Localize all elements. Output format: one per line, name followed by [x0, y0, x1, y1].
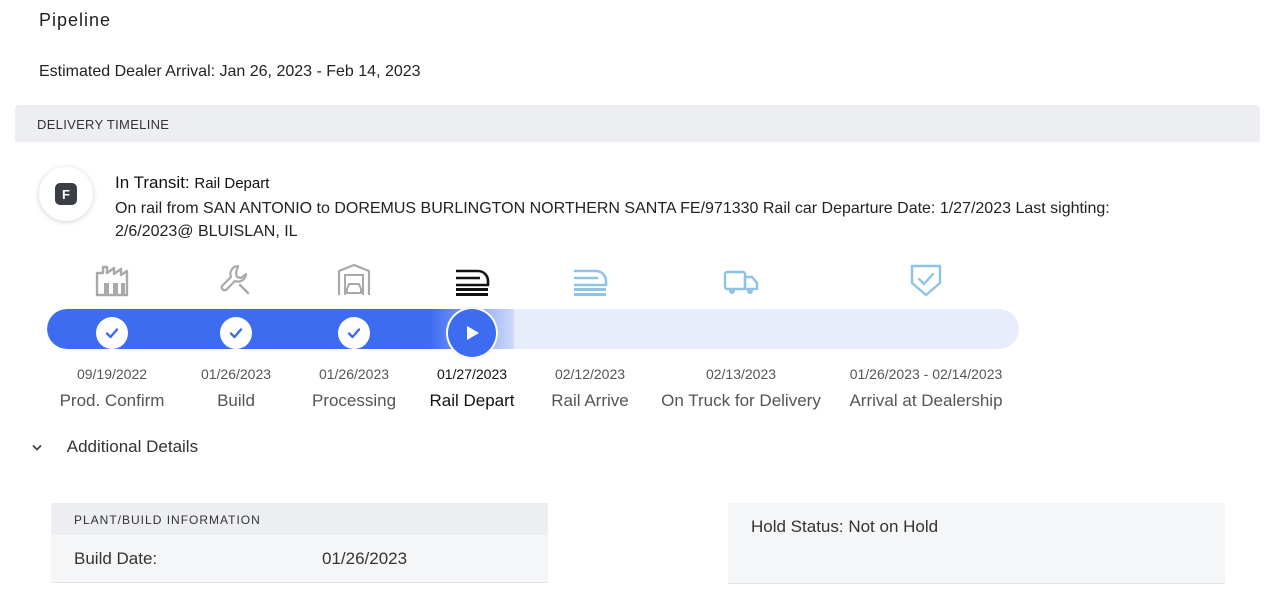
step-complete-check-icon: [96, 317, 128, 349]
status-title: In Transit: Rail Depart: [115, 173, 269, 193]
factory-icon: [95, 265, 129, 297]
train-icon: [456, 269, 490, 296]
additional-details-toggle[interactable]: Additional Details: [32, 437, 198, 457]
truck-icon: [723, 270, 759, 294]
status-label: In Transit:: [115, 173, 190, 192]
step-date: 02/13/2023: [705, 366, 777, 382]
plant-build-info-header: PLANT/BUILD INFORMATION: [51, 503, 548, 535]
timeline-step-on-truck: 02/13/2023 On Truck for Delivery: [641, 263, 841, 423]
step-date: 01/26/2023 - 02/14/2023: [849, 366, 1003, 382]
table-row: Build Date: 01/26/2023: [51, 535, 548, 583]
status-description: On rail from SAN ANTONIO to DOREMUS BURL…: [115, 200, 1110, 240]
hold-status: Hold Status: Not on Hold: [751, 517, 939, 536]
car-garage-icon: [337, 263, 371, 295]
step-complete-check-icon: [220, 317, 252, 349]
wrench-icon: [220, 264, 250, 295]
status-avatar: F: [39, 167, 93, 221]
ford-badge-icon: F: [55, 183, 77, 205]
estimated-dealer-arrival: Estimated Dealer Arrival: Jan 26, 2023 -…: [39, 63, 421, 80]
current-step-play-icon: [446, 307, 498, 359]
delivery-timeline-header: DELIVERY TIMELINE: [15, 105, 1260, 142]
plant-build-info-table: PLANT/BUILD INFORMATION Build Date: 01/2…: [51, 503, 548, 583]
build-date-value: 01/26/2023: [322, 548, 408, 568]
status-value: Rail Depart: [194, 175, 270, 192]
page-title: Pipeline: [39, 10, 112, 30]
step-label: Arrival at Dealership: [849, 391, 1003, 410]
train-icon: [574, 269, 608, 296]
build-date-label: Build Date:: [74, 548, 158, 568]
chevron-down-icon: [32, 441, 52, 455]
step-complete-check-icon: [338, 317, 370, 349]
hold-status-panel: Hold Status: Not on Hold: [728, 503, 1225, 584]
additional-details-label: Additional Details: [66, 437, 199, 456]
timeline-step-arrival-dealership: 01/26/2023 - 02/14/2023 Arrival at Deale…: [826, 263, 1026, 423]
step-label: On Truck for Delivery: [661, 391, 821, 410]
shield-check-icon: [910, 264, 942, 297]
